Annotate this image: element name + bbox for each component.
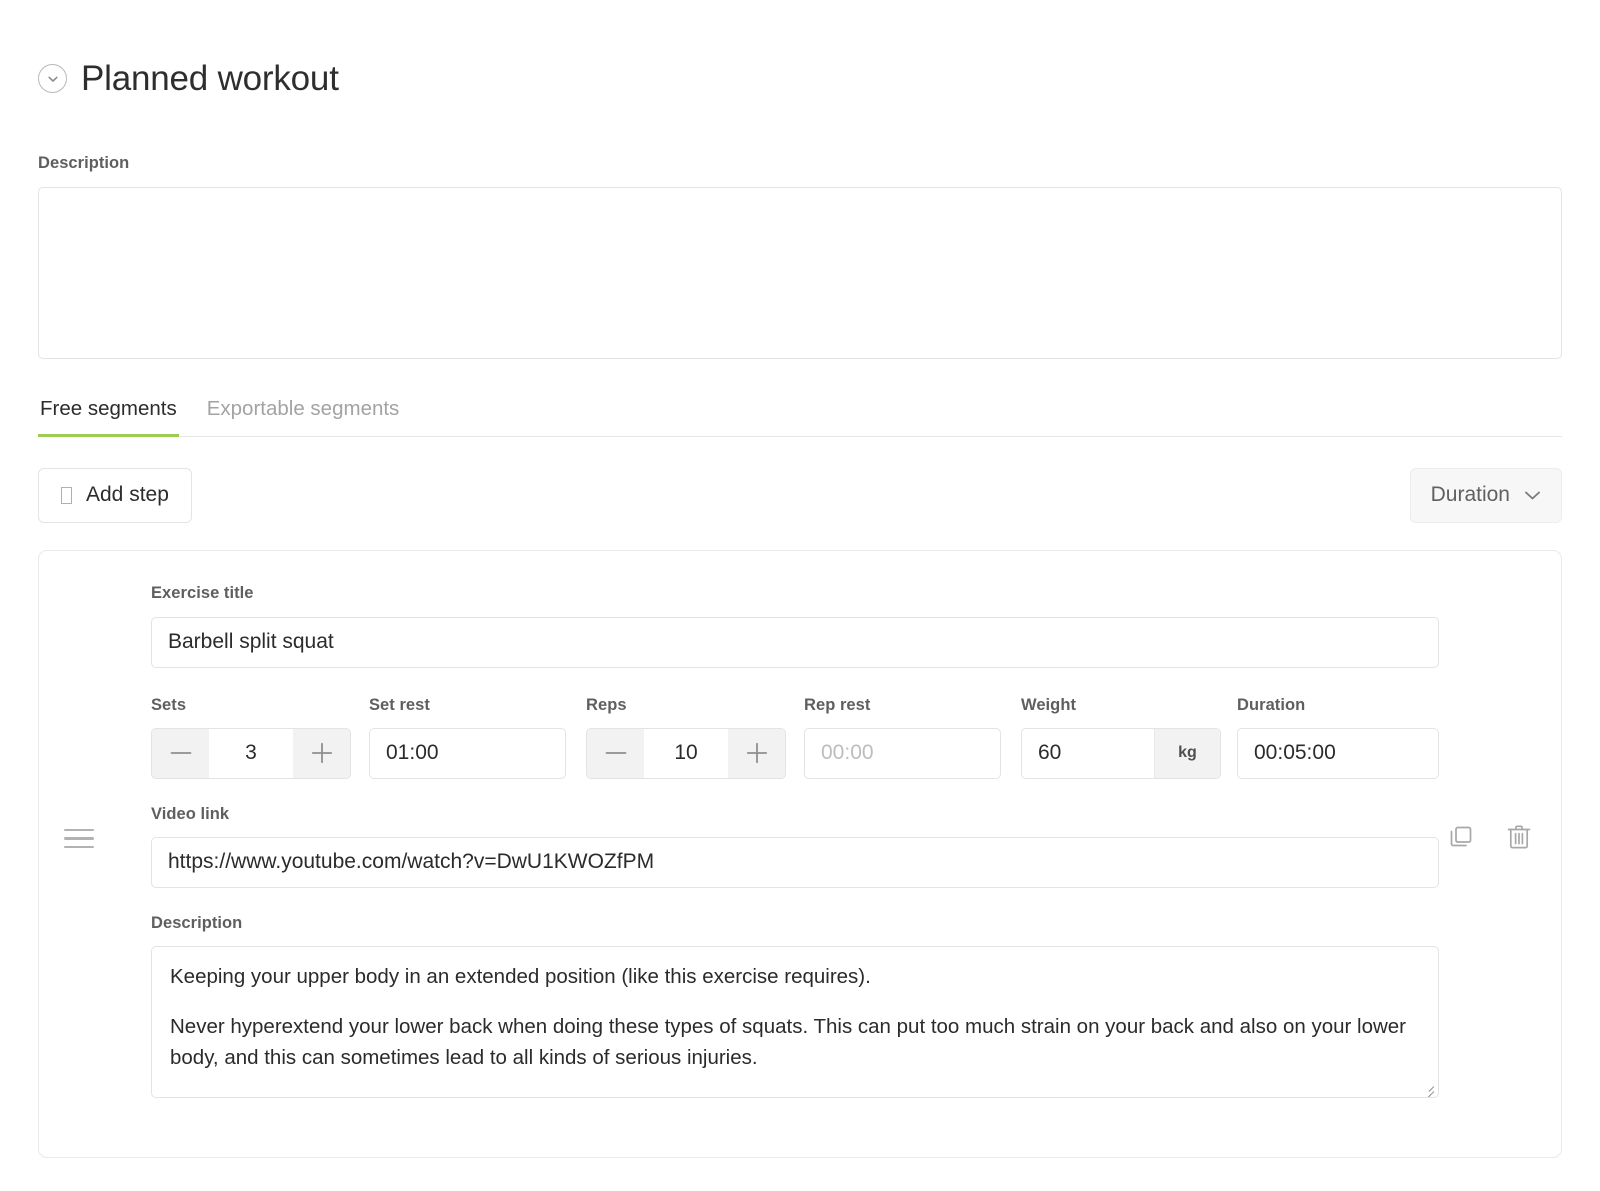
exercise-title-input[interactable]: Barbell split squat xyxy=(151,616,1439,668)
reps-field: Reps 10 xyxy=(586,696,804,779)
set-rest-field: Set rest 01:00 xyxy=(369,696,586,779)
metrics-row: Sets 3 Set rest 01:00 Reps 10 Rep rest 0… xyxy=(151,696,1439,779)
video-link-block: Video link https://www.youtube.com/watch… xyxy=(151,805,1439,888)
reps-increment-button[interactable] xyxy=(728,728,785,778)
duration-select-value: Duration xyxy=(1430,483,1510,507)
reps-stepper: 10 xyxy=(586,727,786,779)
weight-label: Weight xyxy=(1021,695,1076,714)
duration-select[interactable]: Duration xyxy=(1409,467,1562,523)
video-link-input[interactable]: https://www.youtube.com/watch?v=DwU1KWOZ… xyxy=(151,836,1439,888)
chevron-down-icon xyxy=(1525,491,1540,500)
exercise-description-paragraph-2: Never hyperextend your lower back when d… xyxy=(170,1015,1407,1069)
missing-glyph-icon xyxy=(61,486,72,504)
copy-icon[interactable] xyxy=(1447,823,1475,851)
video-link-label: Video link xyxy=(151,804,230,823)
duration-label: Duration xyxy=(1237,695,1306,714)
exercise-title-label: Exercise title xyxy=(151,583,254,602)
exercise-description-label: Description xyxy=(151,913,243,932)
page-header: Planned workout xyxy=(38,0,1562,120)
tab-exportable-segments[interactable]: Exportable segments xyxy=(205,397,402,437)
trash-icon[interactable] xyxy=(1505,823,1533,851)
drag-handle-icon[interactable] xyxy=(64,828,94,849)
sets-stepper: 3 xyxy=(151,727,351,779)
workout-description-label: Description xyxy=(38,153,130,172)
duration-input[interactable]: 00:05:00 xyxy=(1237,727,1439,779)
workout-description-block: Description xyxy=(38,154,1562,359)
reps-label: Reps xyxy=(586,695,627,714)
weight-input[interactable]: 60 xyxy=(1022,729,1154,778)
planned-workout-page: Planned workout Description Free segment… xyxy=(0,0,1600,1191)
weight-input-group: 60 kg xyxy=(1021,727,1221,779)
weight-field: Weight 60 kg xyxy=(1021,696,1237,779)
rep-rest-field: Rep rest 00:00 xyxy=(804,696,1021,779)
add-step-label: Add step xyxy=(86,483,169,507)
chevron-down-circle-icon[interactable] xyxy=(38,64,67,94)
exercise-description-block: Description Keeping your upper body in a… xyxy=(151,914,1439,1098)
exercise-description-paragraph-1: Keeping your upper body in an extended p… xyxy=(170,964,871,988)
reps-value[interactable]: 10 xyxy=(644,728,728,778)
exercise-description-textarea[interactable]: Keeping your upper body in an extended p… xyxy=(151,945,1439,1098)
set-rest-label: Set rest xyxy=(369,695,430,714)
sets-decrement-button[interactable] xyxy=(152,728,209,778)
sets-field: Sets 3 xyxy=(151,696,369,779)
duration-field: Duration 00:05:00 xyxy=(1237,696,1439,779)
tab-free-segments[interactable]: Free segments xyxy=(38,397,179,437)
rep-rest-input[interactable]: 00:00 xyxy=(804,727,1001,779)
sets-label: Sets xyxy=(151,695,187,714)
page-title: Planned workout xyxy=(81,59,339,99)
add-step-button[interactable]: Add step xyxy=(38,467,192,523)
card-actions xyxy=(1447,823,1533,851)
rep-rest-label: Rep rest xyxy=(804,695,871,714)
segments-tabs: Free segments Exportable segments xyxy=(38,397,1562,437)
sets-increment-button[interactable] xyxy=(293,728,350,778)
sets-value[interactable]: 3 xyxy=(209,728,293,778)
workout-description-textarea[interactable] xyxy=(38,186,1562,359)
segments-toolbar: Add step Duration xyxy=(38,467,1562,523)
resize-grip-icon[interactable] xyxy=(1421,1081,1435,1097)
set-rest-input[interactable]: 01:00 xyxy=(369,727,566,779)
exercise-step-card: Exercise title Barbell split squat Sets … xyxy=(38,549,1562,1158)
reps-decrement-button[interactable] xyxy=(587,728,644,778)
exercise-title-block: Exercise title Barbell split squat xyxy=(151,584,1439,668)
weight-unit-label: kg xyxy=(1154,728,1220,778)
